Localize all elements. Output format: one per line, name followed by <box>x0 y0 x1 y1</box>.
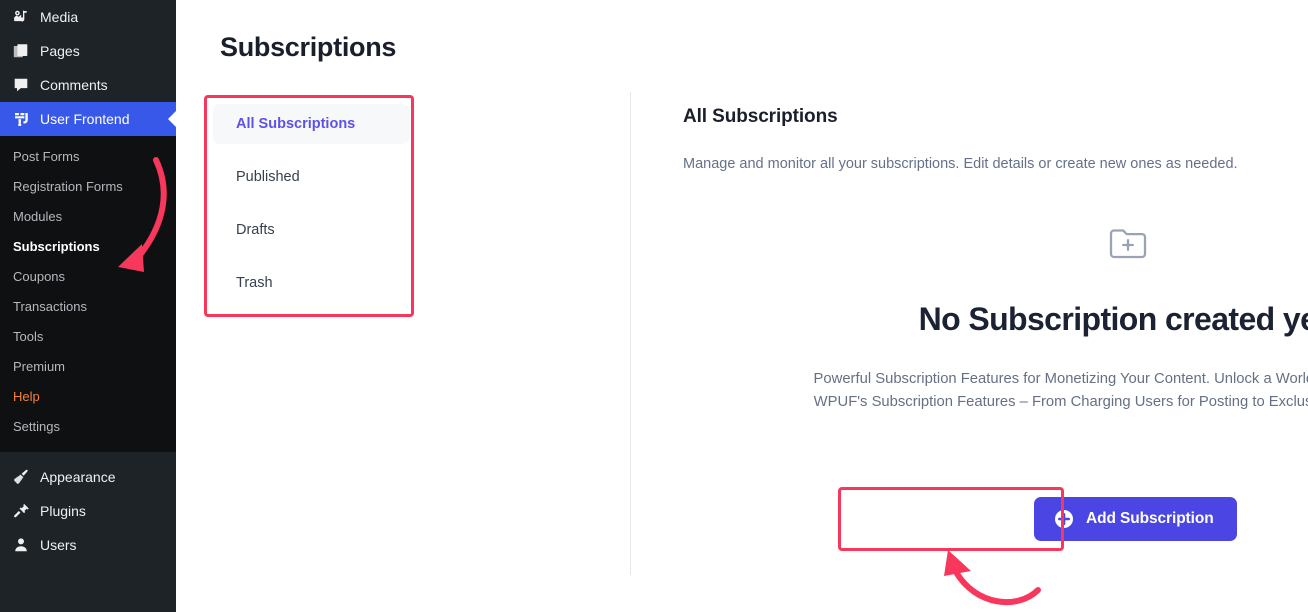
active-menu-pointer-icon <box>168 110 176 128</box>
tab-label: Published <box>236 169 300 185</box>
content-subtitle: Manage and monitor all your subscription… <box>683 156 1238 172</box>
comments-icon <box>11 75 31 95</box>
sidebar-item-users[interactable]: Users <box>0 528 176 562</box>
sidebar-item-media[interactable]: Media <box>0 0 176 34</box>
folder-plus-icon <box>683 224 1308 262</box>
tab-label: Trash <box>236 275 273 291</box>
wpuf-logo-icon <box>11 109 31 129</box>
tab-label: All Subscriptions <box>236 116 356 132</box>
admin-sidebar: Media Pages Comments User Frontend Post … <box>0 0 176 612</box>
sidebar-item-comments[interactable]: Comments <box>0 68 176 102</box>
submenu-item-settings[interactable]: Settings <box>0 412 176 442</box>
submenu-item-premium[interactable]: Premium <box>0 352 176 382</box>
submenu-item-post-forms[interactable]: Post Forms <box>0 142 176 172</box>
tab-trash[interactable]: Trash <box>213 263 410 303</box>
empty-state-description: Powerful Subscription Features for Monet… <box>813 371 1308 410</box>
pages-icon <box>11 41 31 61</box>
sidebar-item-pages[interactable]: Pages <box>0 34 176 68</box>
sidebar-bottom-group: Appearance Plugins Users <box>0 452 176 562</box>
users-person-icon <box>11 535 31 555</box>
vertical-divider <box>630 92 631 575</box>
sidebar-item-label: Appearance <box>40 469 116 485</box>
sidebar-item-label: Comments <box>40 77 108 93</box>
sidebar-item-label: User Frontend <box>40 111 130 127</box>
app-screen: Media Pages Comments User Frontend Post … <box>0 0 1308 612</box>
tab-published[interactable]: Published <box>213 157 410 197</box>
page-title: Subscriptions <box>220 32 397 62</box>
submenu-item-registration-forms[interactable]: Registration Forms <box>0 172 176 202</box>
submenu-item-modules[interactable]: Modules <box>0 202 176 232</box>
sidebar-top-group: Media Pages Comments User Frontend <box>0 0 176 136</box>
plugins-plug-icon <box>11 501 31 521</box>
submenu-item-subscriptions[interactable]: Subscriptions <box>0 232 176 262</box>
media-icon <box>11 7 31 27</box>
sidebar-submenu: Post Forms Registration Forms Modules Su… <box>0 136 176 452</box>
content-header: All Subscriptions Manage and monitor all… <box>683 106 1308 174</box>
sidebar-item-label: Plugins <box>40 503 86 519</box>
add-subscription-button[interactable]: Add Subscription <box>1034 497 1237 541</box>
content-title: All Subscriptions <box>683 106 838 127</box>
appearance-brush-icon <box>11 467 31 487</box>
sidebar-item-appearance[interactable]: Appearance <box>0 460 176 494</box>
submenu-item-transactions[interactable]: Transactions <box>0 292 176 322</box>
add-subscription-label: Add Subscription <box>1086 510 1214 527</box>
empty-state: No Subscription created yet! Powerful Su… <box>683 224 1308 414</box>
sidebar-item-plugins[interactable]: Plugins <box>0 494 176 528</box>
submenu-item-coupons[interactable]: Coupons <box>0 262 176 292</box>
sidebar-item-user-frontend[interactable]: User Frontend <box>0 102 176 136</box>
sidebar-item-label: Users <box>40 537 77 553</box>
plus-circle-icon <box>1054 509 1074 529</box>
tab-label: Drafts <box>236 222 275 238</box>
submenu-item-tools[interactable]: Tools <box>0 322 176 352</box>
tab-all-subscriptions[interactable]: All Subscriptions <box>213 104 410 144</box>
submenu-item-help[interactable]: Help <box>0 382 176 412</box>
subscription-tabs: All Subscriptions Published Drafts Trash <box>204 92 419 315</box>
tab-drafts[interactable]: Drafts <box>213 210 410 250</box>
sidebar-item-label: Media <box>40 9 79 25</box>
empty-state-heading: No Subscription created yet! <box>918 301 1308 337</box>
main-content: Subscriptions All Subscriptions Publishe… <box>176 0 1308 612</box>
sidebar-item-label: Pages <box>40 43 80 59</box>
